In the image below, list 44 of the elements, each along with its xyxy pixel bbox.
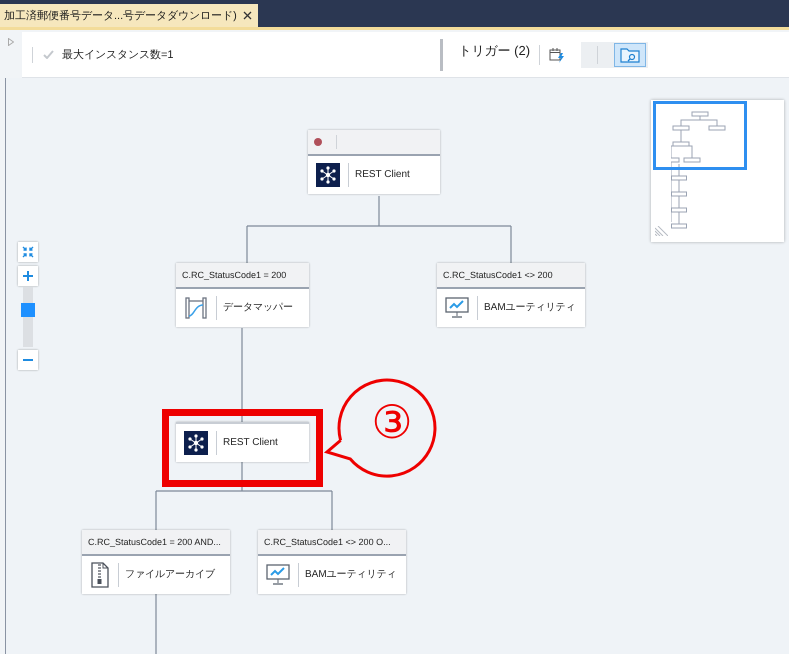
calendar-lightning-icon[interactable]	[549, 46, 566, 62]
overview-toggle-button[interactable]	[614, 42, 646, 66]
zoom-in-button[interactable]	[18, 266, 38, 286]
zoom-out-button[interactable]	[18, 350, 38, 370]
minimap-viewport[interactable]	[653, 101, 747, 170]
monitor-chart-icon	[266, 564, 290, 586]
condition-label: C.RC_StatusCode1 <> 200 O...	[264, 537, 391, 547]
node-label: BAMユーティリティ	[477, 296, 576, 320]
collapse-icon	[22, 246, 34, 258]
node-label: BAMユーティリティ	[298, 563, 397, 587]
check-icon	[43, 50, 54, 59]
triggers-label[interactable]: トリガー (2)	[458, 42, 530, 60]
zoom-slider-thumb[interactable]	[21, 303, 35, 317]
tab-title: 加工済郵便番号データ...号データダウンロード)	[4, 8, 237, 23]
flow-node[interactable]: C.RC_StatusCode1 <> 200 O... BAMユーティリティ	[258, 530, 406, 594]
node-label: データマッパー	[216, 296, 293, 320]
condition-label: C.RC_StatusCode1 = 200	[182, 270, 286, 280]
node-label: ファイルアーカイブ	[118, 563, 215, 587]
node-label: REST Client	[216, 431, 278, 455]
connector-line	[155, 594, 157, 654]
network-icon	[316, 163, 340, 187]
resize-grip-icon[interactable]	[655, 226, 668, 236]
flow-node[interactable]: C.RC_StatusCode1 <> 200 BAMユーティリティ	[437, 263, 585, 327]
flow-node[interactable]: REST Client	[176, 422, 309, 462]
condition-label: C.RC_StatusCode1 = 200 AND...	[88, 537, 221, 547]
condition-label: C.RC_StatusCode1 <> 200	[443, 270, 553, 280]
plus-icon	[23, 271, 33, 281]
folder-search-icon	[620, 46, 640, 62]
mapper-icon	[184, 296, 208, 320]
fit-view-button[interactable]	[18, 242, 38, 262]
max-instances-label: 最大インスタンス数=1	[62, 48, 174, 62]
flow-node[interactable]: C.RC_StatusCode1 = 200 AND... ファイルアーカイブ	[82, 530, 230, 594]
monitor-chart-icon	[445, 297, 469, 319]
flow-node[interactable]: C.RC_StatusCode1 = 200 データマッパー	[176, 263, 309, 327]
node-label: REST Client	[348, 163, 410, 187]
expand-icon[interactable]	[8, 38, 14, 46]
network-icon	[184, 431, 208, 455]
flow-node[interactable]: REST Client	[308, 130, 440, 194]
callout-number: ③	[370, 395, 414, 449]
zip-file-icon	[90, 562, 110, 588]
minus-icon	[23, 359, 33, 361]
close-icon[interactable]	[242, 11, 252, 20]
zoom-slider[interactable]	[23, 287, 33, 347]
document-tab[interactable]: 加工済郵便番号データ...号データダウンロード)	[0, 4, 258, 27]
